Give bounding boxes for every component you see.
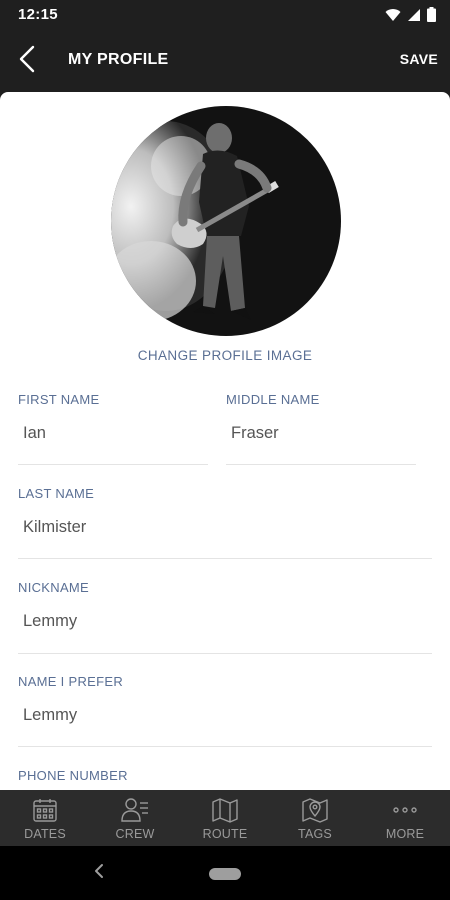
name-prefer-input[interactable]: Lemmy [23, 706, 432, 725]
nav-item-more[interactable]: MORE [360, 790, 450, 846]
system-back-icon [93, 863, 105, 884]
first-name-field[interactable]: FIRST NAME Ian [18, 392, 208, 443]
name-prefer-field[interactable]: NAME I PREFER Lemmy [18, 674, 432, 725]
back-button[interactable] [10, 44, 44, 78]
nav-label-crew: CREW [115, 827, 155, 841]
crew-icon [121, 796, 149, 824]
phone-number-field[interactable]: PHONE NUMBER [18, 768, 432, 783]
battery-icon [427, 7, 436, 27]
bottom-nav: DATES CREW ROUTE TAGS MORE [0, 790, 450, 846]
nav-label-dates: DATES [24, 827, 66, 841]
chevron-left-icon [18, 45, 36, 78]
middle-name-field[interactable]: MIDDLE NAME Fraser [226, 392, 416, 443]
more-dots-icon [391, 796, 419, 824]
name-prefer-label: NAME I PREFER [18, 674, 124, 689]
nav-item-tags[interactable]: TAGS [270, 790, 360, 846]
nav-item-crew[interactable]: CREW [90, 790, 180, 846]
tag-map-icon [301, 796, 329, 824]
first-name-input[interactable]: Ian [23, 424, 208, 443]
nickname-underline [18, 653, 432, 654]
map-icon [211, 796, 239, 824]
last-name-underline [18, 558, 432, 559]
first-name-label: FIRST NAME [18, 392, 100, 407]
name-prefer-underline [18, 746, 432, 747]
nav-label-tags: TAGS [298, 827, 332, 841]
nickname-input[interactable]: Lemmy [23, 612, 432, 631]
status-time: 12:15 [18, 6, 58, 23]
middle-name-input[interactable]: Fraser [231, 424, 416, 443]
avatar[interactable] [111, 106, 341, 336]
nickname-label: NICKNAME [18, 580, 90, 595]
system-home-pill[interactable] [209, 868, 241, 880]
calendar-icon [32, 796, 58, 824]
wifi-icon [385, 8, 401, 27]
change-profile-image-link[interactable]: CHANGE PROFILE IMAGE [0, 348, 450, 363]
last-name-label: LAST NAME [18, 486, 95, 501]
nickname-field[interactable]: NICKNAME Lemmy [18, 580, 432, 631]
profile-form: CHANGE PROFILE IMAGE FIRST NAME Ian MIDD… [0, 92, 450, 790]
nav-item-dates[interactable]: DATES [0, 790, 90, 846]
middle-name-underline [226, 464, 416, 465]
system-nav-bar [0, 846, 450, 900]
system-back-button[interactable] [86, 860, 112, 886]
phone-number-label: PHONE NUMBER [18, 768, 128, 783]
middle-name-label: MIDDLE NAME [226, 392, 320, 407]
last-name-input[interactable]: Kilmister [23, 518, 432, 537]
status-icons [385, 7, 436, 27]
nav-label-more: MORE [385, 827, 425, 841]
save-button[interactable]: SAVE [400, 51, 438, 67]
nav-label-route: ROUTE [202, 827, 248, 841]
last-name-field[interactable]: LAST NAME Kilmister [18, 486, 432, 537]
first-name-underline [18, 464, 208, 465]
nav-item-route[interactable]: ROUTE [180, 790, 270, 846]
page-title: MY PROFILE [68, 51, 169, 68]
app-bar: MY PROFILE SAVE [0, 30, 450, 92]
status-bar: 12:15 [0, 0, 450, 30]
signal-icon [407, 8, 421, 27]
